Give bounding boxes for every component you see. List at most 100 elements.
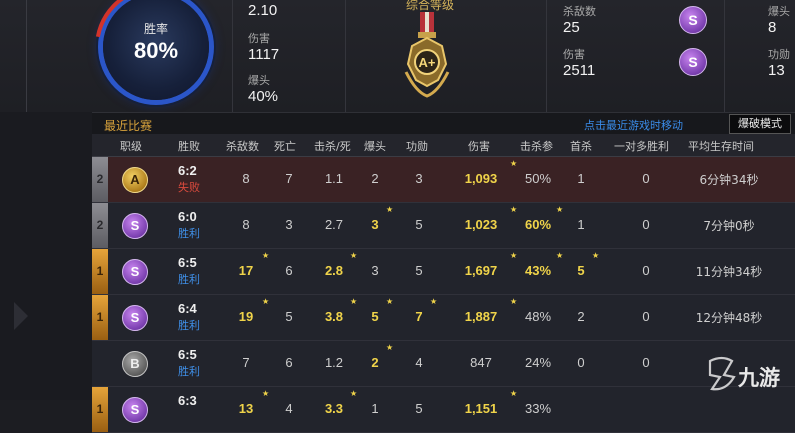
cell-deaths: 3 — [285, 217, 293, 232]
damage-value: 1117 — [248, 46, 280, 63]
table-row[interactable]: 2 S 6:0 胜利 8 3 2.7 3 ★ 5 1,023 ★ 60% ★ 1 0 7分钟0秒 — [92, 203, 795, 249]
cell-first: 1 — [577, 217, 585, 232]
cell-part: 24% — [524, 355, 552, 370]
star-icon: ★ — [510, 159, 518, 168]
rank-tag: 1 — [92, 295, 108, 340]
grade-a-icon: A — [122, 167, 148, 193]
star-icon: ★ — [262, 389, 270, 398]
headshot-label: 爆头 — [248, 75, 270, 87]
cell-merit: 5 — [415, 263, 423, 278]
match-score: 6:5 — [178, 347, 197, 362]
rank-tag — [92, 341, 108, 386]
headshot-stat: 爆头 40% — [248, 72, 278, 105]
cell-hs: 3 — [371, 217, 379, 232]
cell-clutch: 0 — [642, 309, 650, 324]
win-rate-label: 胜率 — [143, 22, 168, 36]
table-row[interactable]: B 6:5 胜利 7 6 1.2 2 ★ 4 847 24% 0 0 — [92, 341, 795, 387]
col-header[interactable]: 功勋 — [406, 138, 428, 154]
cell-kills: 13 — [238, 401, 254, 416]
divider — [232, 0, 233, 112]
table-row[interactable]: 1 S 6:3 13 ★ 4 3.3 ★ 1 5 1,151 ★ 33% — [92, 387, 795, 433]
merit-stat: 功勋 13 — [768, 46, 790, 79]
best-damage-label: 伤害 — [563, 49, 585, 61]
cell-survive: 6分钟34秒 — [699, 173, 759, 187]
cell-deaths: 6 — [285, 263, 293, 278]
col-header[interactable]: 死亡 — [274, 138, 296, 154]
recent-matches-header: 最近比赛 点击最近游戏时移动 爆破模式 — [92, 112, 795, 135]
col-header[interactable]: 伤害 — [468, 138, 490, 154]
collapse-arrow-icon[interactable] — [14, 302, 28, 330]
col-header[interactable]: 职级 — [120, 138, 142, 154]
best-damage-value: 2511 — [563, 62, 596, 79]
cell-kd: 2.7 — [324, 217, 344, 232]
cell-part: 33% — [524, 401, 552, 416]
recent-matches-link[interactable]: 点击最近游戏时移动 — [584, 117, 683, 133]
cell-kd: 3.3 — [324, 401, 344, 416]
star-icon: ★ — [386, 205, 394, 214]
right-headshot-stat: 爆头 8 — [768, 3, 790, 36]
col-header[interactable]: 首杀 — [570, 138, 592, 154]
kills-stat: 杀敌数 25 — [563, 3, 596, 36]
col-header[interactable]: 击杀参 — [520, 138, 566, 154]
summary-panel: 胜率 80% 2.10 伤害 1117 爆头 40% 综合等级 A+ 杀敌数 2… — [0, 0, 795, 132]
kills-label: 杀敌数 — [563, 6, 596, 18]
star-icon: ★ — [350, 297, 358, 306]
table-row[interactable]: 1 S 6:4 胜利 19 ★ 5 3.8 ★ 5 ★ 7 ★ 1,887 ★ 48% 2 0 12分钟48秒 — [92, 295, 795, 341]
cell-kd: 1.2 — [324, 355, 344, 370]
star-icon: ★ — [510, 389, 518, 398]
star-icon: ★ — [262, 297, 270, 306]
cell-clutch: 0 — [642, 355, 650, 370]
table-row[interactable]: 1 S 6:5 胜利 17 ★ 6 2.8 ★ 3 5 1,697 ★ 43% ★ 5 ★ 0 11分钟34秒 — [92, 249, 795, 295]
divider — [26, 0, 27, 120]
match-result: 失败 — [178, 181, 200, 194]
cell-damage: 1,151 — [464, 401, 498, 416]
cell-kills: 7 — [242, 355, 250, 370]
star-icon: ★ — [510, 251, 518, 260]
match-score: 6:3 — [178, 393, 197, 408]
star-icon: ★ — [556, 205, 564, 214]
divider — [345, 0, 346, 112]
grade-s-icon: S — [122, 305, 148, 331]
match-result: 胜利 — [178, 273, 200, 286]
cell-damage: 1,697 — [464, 263, 498, 278]
col-header[interactable]: 平均生存时间 — [688, 138, 780, 154]
cell-part: 43% — [524, 263, 552, 278]
col-header[interactable]: 爆头 — [364, 138, 386, 154]
col-header[interactable]: 杀敌数 — [226, 138, 259, 154]
cell-part: 50% — [524, 171, 552, 186]
cell-hs: 3 — [371, 263, 379, 278]
cell-first: 1 — [577, 171, 585, 186]
cell-damage: 1,887 — [464, 309, 498, 324]
match-score: 6:4 — [178, 301, 197, 316]
mode-select[interactable]: 爆破模式 — [729, 114, 791, 134]
left-panel — [0, 112, 92, 400]
col-header[interactable]: 一对多胜利 — [614, 138, 684, 154]
table-row[interactable]: 2 A 6:2 失败 8 7 1.1 2 3 1,093 ★ 50% 1 0 6分钟34秒 — [92, 157, 795, 203]
cell-survive: 12分钟48秒 — [695, 311, 763, 325]
star-icon: ★ — [350, 251, 358, 260]
best-damage-stat: 伤害 2511 — [563, 46, 595, 79]
right-headshot-value: 8 — [768, 19, 777, 36]
cell-merit: 4 — [415, 355, 423, 370]
cell-merit: 5 — [415, 217, 423, 232]
cell-first: 5 — [577, 263, 585, 278]
cell-clutch: 0 — [642, 171, 650, 186]
kills-value: 25 — [563, 19, 580, 36]
rank-tag: 1 — [92, 249, 108, 294]
cell-damage: 1,023 — [464, 217, 498, 232]
star-icon: ★ — [556, 251, 564, 260]
match-result: 胜利 — [178, 227, 200, 240]
cell-kills: 8 — [242, 217, 250, 232]
col-header[interactable]: 胜败 — [178, 138, 200, 154]
cell-kills: 19 — [238, 309, 254, 324]
col-header[interactable]: 击杀/死 — [314, 138, 358, 154]
divider — [546, 0, 547, 112]
star-icon: ★ — [262, 251, 270, 260]
cell-kills: 17 — [238, 263, 254, 278]
cell-deaths: 5 — [285, 309, 293, 324]
cell-merit: 5 — [415, 401, 423, 416]
cell-merit: 7 — [415, 309, 423, 324]
star-icon: ★ — [386, 343, 394, 352]
divider — [724, 0, 725, 112]
headshot-value: 40% — [248, 88, 279, 105]
